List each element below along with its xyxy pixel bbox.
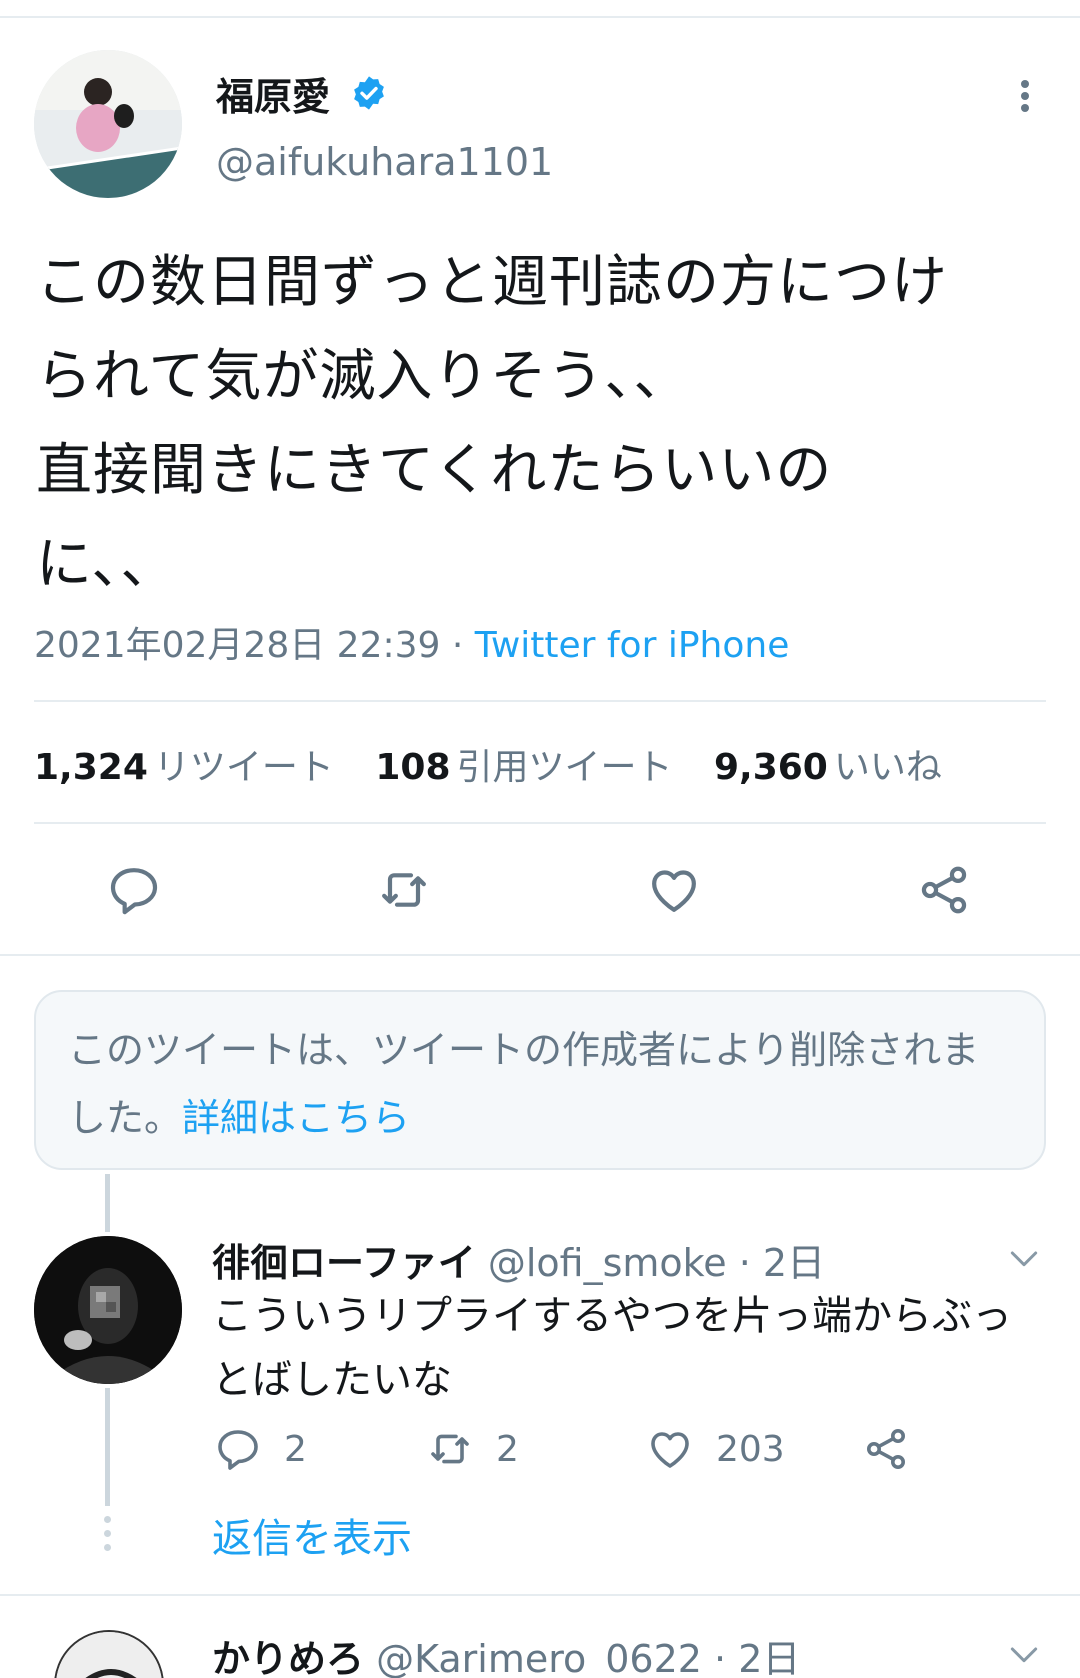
divider <box>34 700 1046 702</box>
next-reply-author-handle[interactable]: @Karimero_0622 <box>376 1637 702 1678</box>
tweet-detail-screen: 福原愛 @aifukuhara1101 この数日間ずっと週刊誌の方につけ られて… <box>0 0 1080 1678</box>
retweet-count: 2 <box>496 1428 519 1470</box>
likes-count: 9,360 <box>713 747 828 788</box>
next-reply-time: · 2日 <box>701 1637 801 1678</box>
deleted-tweet-notice: このツイートは、ツイートの作成者により削除されました。詳細はこちら <box>34 990 1046 1170</box>
retweets-label: リツイート <box>153 747 334 788</box>
show-replies-link[interactable]: 返信を表示 <box>212 1506 412 1564</box>
retweets-stat[interactable]: 1,324 リツイート <box>34 747 364 788</box>
next-reply-author-name[interactable]: かりめろ <box>212 1637 364 1678</box>
thread-dot <box>104 1530 111 1537</box>
reply-avatar[interactable] <box>34 1236 182 1384</box>
like-icon[interactable] <box>646 862 702 918</box>
author-avatar[interactable] <box>34 50 182 198</box>
reply-header: 徘徊ローファイ @lofi_smoke · 2日 <box>212 1232 825 1287</box>
learn-more-link[interactable]: 詳細はこちら <box>182 1096 410 1140</box>
chevron-down-icon[interactable] <box>1004 1634 1044 1674</box>
thread-dot <box>104 1516 111 1523</box>
tweet-text: この数日間ずっと週刊誌の方につけ られて気が滅入りそう、、 直接聞きにきてくれた… <box>36 250 948 597</box>
meta-separator: · <box>440 625 475 666</box>
section-divider <box>0 1594 1080 1596</box>
reply-reply-button[interactable]: 2 <box>214 1424 307 1474</box>
verified-badge-icon <box>354 76 384 110</box>
likes-label: いいね <box>833 747 942 788</box>
next-reply-header: かりめろ @Karimero_0622 · 2日 <box>212 1628 800 1678</box>
retweet-icon <box>431 1434 469 1464</box>
reply-author-name[interactable]: 徘徊ローファイ <box>212 1241 476 1285</box>
next-reply-avatar[interactable] <box>54 1630 164 1678</box>
author-handle[interactable]: @aifukuhara1101 <box>216 140 553 184</box>
reply-author-handle[interactable]: @lofi_smoke <box>488 1241 727 1285</box>
like-icon <box>651 1432 689 1468</box>
share-icon[interactable] <box>916 862 972 918</box>
author-name[interactable]: 福原愛 <box>216 66 330 121</box>
more-options-icon[interactable] <box>1010 76 1040 116</box>
reply-retweet-button[interactable]: 2 <box>426 1424 519 1474</box>
like-count: 203 <box>716 1428 785 1470</box>
reply-icon <box>218 1430 258 1470</box>
tweet-source-link[interactable]: Twitter for iPhone <box>475 625 790 666</box>
tweet-timestamp[interactable]: 2021年02月28日 22:39 <box>34 625 440 666</box>
reply-like-button[interactable]: 203 <box>646 1424 785 1474</box>
thread-line <box>105 1174 110 1232</box>
thread-line <box>105 1388 110 1506</box>
quotes-stat[interactable]: 108 引用ツイート <box>375 747 702 788</box>
quotes-label: 引用ツイート <box>456 747 673 788</box>
reply-icon[interactable] <box>106 862 162 918</box>
reply-text: こういうリプライするやつを片っ端からぶっ とばしたいな <box>212 1293 1012 1403</box>
reply-time: · 2日 <box>726 1241 826 1285</box>
reply-share-button[interactable] <box>862 1424 910 1474</box>
retweets-count: 1,324 <box>34 747 148 788</box>
likes-stat[interactable]: 9,360 いいね <box>714 747 972 788</box>
chevron-down-icon[interactable] <box>1004 1238 1044 1278</box>
top-divider <box>0 16 1080 18</box>
tweet-meta: 2021年02月28日 22:39 · Twitter for iPhone <box>34 616 789 668</box>
retweet-icon[interactable] <box>376 862 432 918</box>
quotes-count: 108 <box>375 747 451 788</box>
tweet-stats: 1,324 リツイート 108 引用ツイート 9,360 いいね <box>34 738 972 790</box>
section-divider <box>0 954 1080 956</box>
share-icon <box>867 1429 905 1469</box>
divider <box>34 822 1046 824</box>
thread-dot <box>104 1544 111 1551</box>
reply-count: 2 <box>284 1428 307 1470</box>
